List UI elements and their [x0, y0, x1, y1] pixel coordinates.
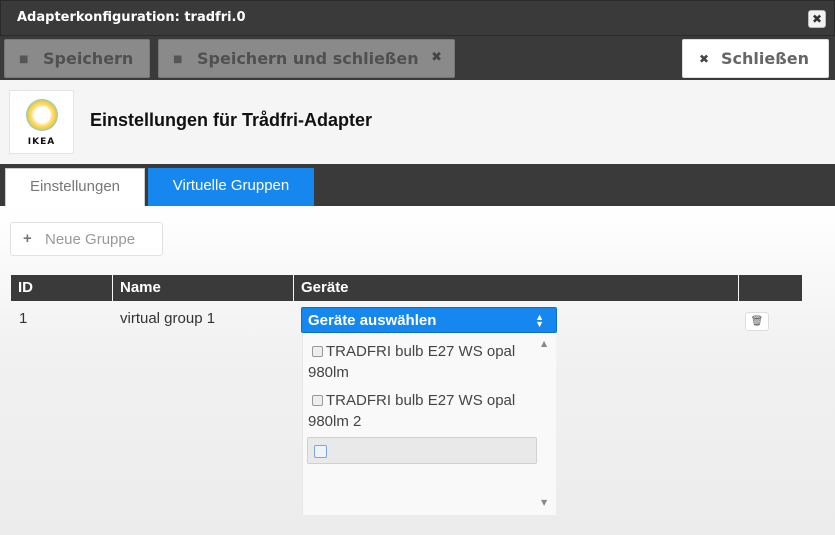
close-label: Schließen	[721, 49, 809, 68]
column-header-actions	[739, 275, 802, 301]
x-icon: ✖	[699, 52, 710, 66]
save-button[interactable]: ■ Speichern	[4, 39, 150, 78]
trash-icon: 🗑	[750, 316, 764, 327]
tab-virtual-groups[interactable]: Virtuelle Gruppen	[148, 168, 314, 206]
add-group-label: Neue Gruppe	[45, 231, 136, 248]
close-dialog-icon[interactable]: ✖	[808, 10, 826, 28]
adapter-logo: IKEA	[9, 90, 74, 154]
close-button[interactable]: ✖ Schließen	[682, 39, 829, 78]
scroll-up-arrow-icon[interactable]: ▲	[541, 339, 547, 348]
floppy-icon: ■	[19, 54, 29, 65]
toolbar: ■ Speichern ■ Speichern und schließen ✖ …	[0, 36, 835, 80]
column-header-devices: Geräte	[294, 275, 738, 301]
device-select-label: Geräte auswählen	[308, 312, 437, 329]
column-header-name: Name	[113, 275, 293, 301]
device-checkbox[interactable]	[312, 346, 323, 357]
tab-bar: Einstellungen Virtuelle Gruppen	[0, 164, 835, 206]
save-label: Speichern	[43, 49, 134, 68]
dialog-title: Adapterkonfiguration: tradfri.0	[17, 10, 246, 25]
dialog-titlebar: Adapterkonfiguration: tradfri.0 ✖	[0, 0, 835, 36]
device-option-label: TRADFRI bulb E27 WS opal 980lm 2	[308, 392, 516, 430]
bulb-ring-icon	[26, 99, 58, 131]
device-checkbox[interactable]	[312, 395, 323, 406]
scroll-down-arrow-icon[interactable]: ▼	[541, 498, 547, 507]
device-option-label: TRADFRI bulb E27 WS opal 980lm	[308, 343, 516, 381]
device-options-list[interactable]: TRADFRI bulb E27 WS opal 980lm TRADFRI b…	[302, 333, 556, 515]
device-option-empty[interactable]	[307, 437, 537, 464]
floppy-icon: ■	[173, 54, 183, 65]
tab-content: + Neue Gruppe ID Name Geräte 1 virtual g…	[0, 206, 835, 535]
tab-settings[interactable]: Einstellungen	[5, 168, 145, 206]
logo-brand-text: IKEA	[27, 137, 56, 147]
x-icon: ✖	[431, 50, 442, 65]
save-and-close-label: Speichern und schließen	[197, 49, 419, 68]
device-option[interactable]: TRADFRI bulb E27 WS opal 980lm	[308, 341, 536, 383]
row-id: 1	[19, 310, 28, 327]
row-name[interactable]: virtual group 1	[120, 310, 215, 327]
device-option[interactable]: TRADFRI bulb E27 WS opal 980lm 2	[308, 390, 536, 432]
delete-group-button[interactable]: 🗑	[745, 312, 769, 331]
add-group-button[interactable]: + Neue Gruppe	[10, 222, 163, 256]
column-header-id: ID	[11, 275, 112, 301]
device-checkbox[interactable]	[314, 445, 327, 458]
plus-icon: +	[23, 230, 32, 247]
select-arrows-icon: ▲ ▼	[535, 312, 544, 329]
save-and-close-button[interactable]: ■ Speichern und schließen ✖	[158, 39, 455, 78]
device-select[interactable]: Geräte auswählen ▲ ▼	[301, 307, 557, 333]
page-title: Einstellungen für Trådfri-Adapter	[90, 110, 373, 130]
adapter-header: IKEA Einstellungen für Trådfri-Adapter	[0, 80, 835, 164]
